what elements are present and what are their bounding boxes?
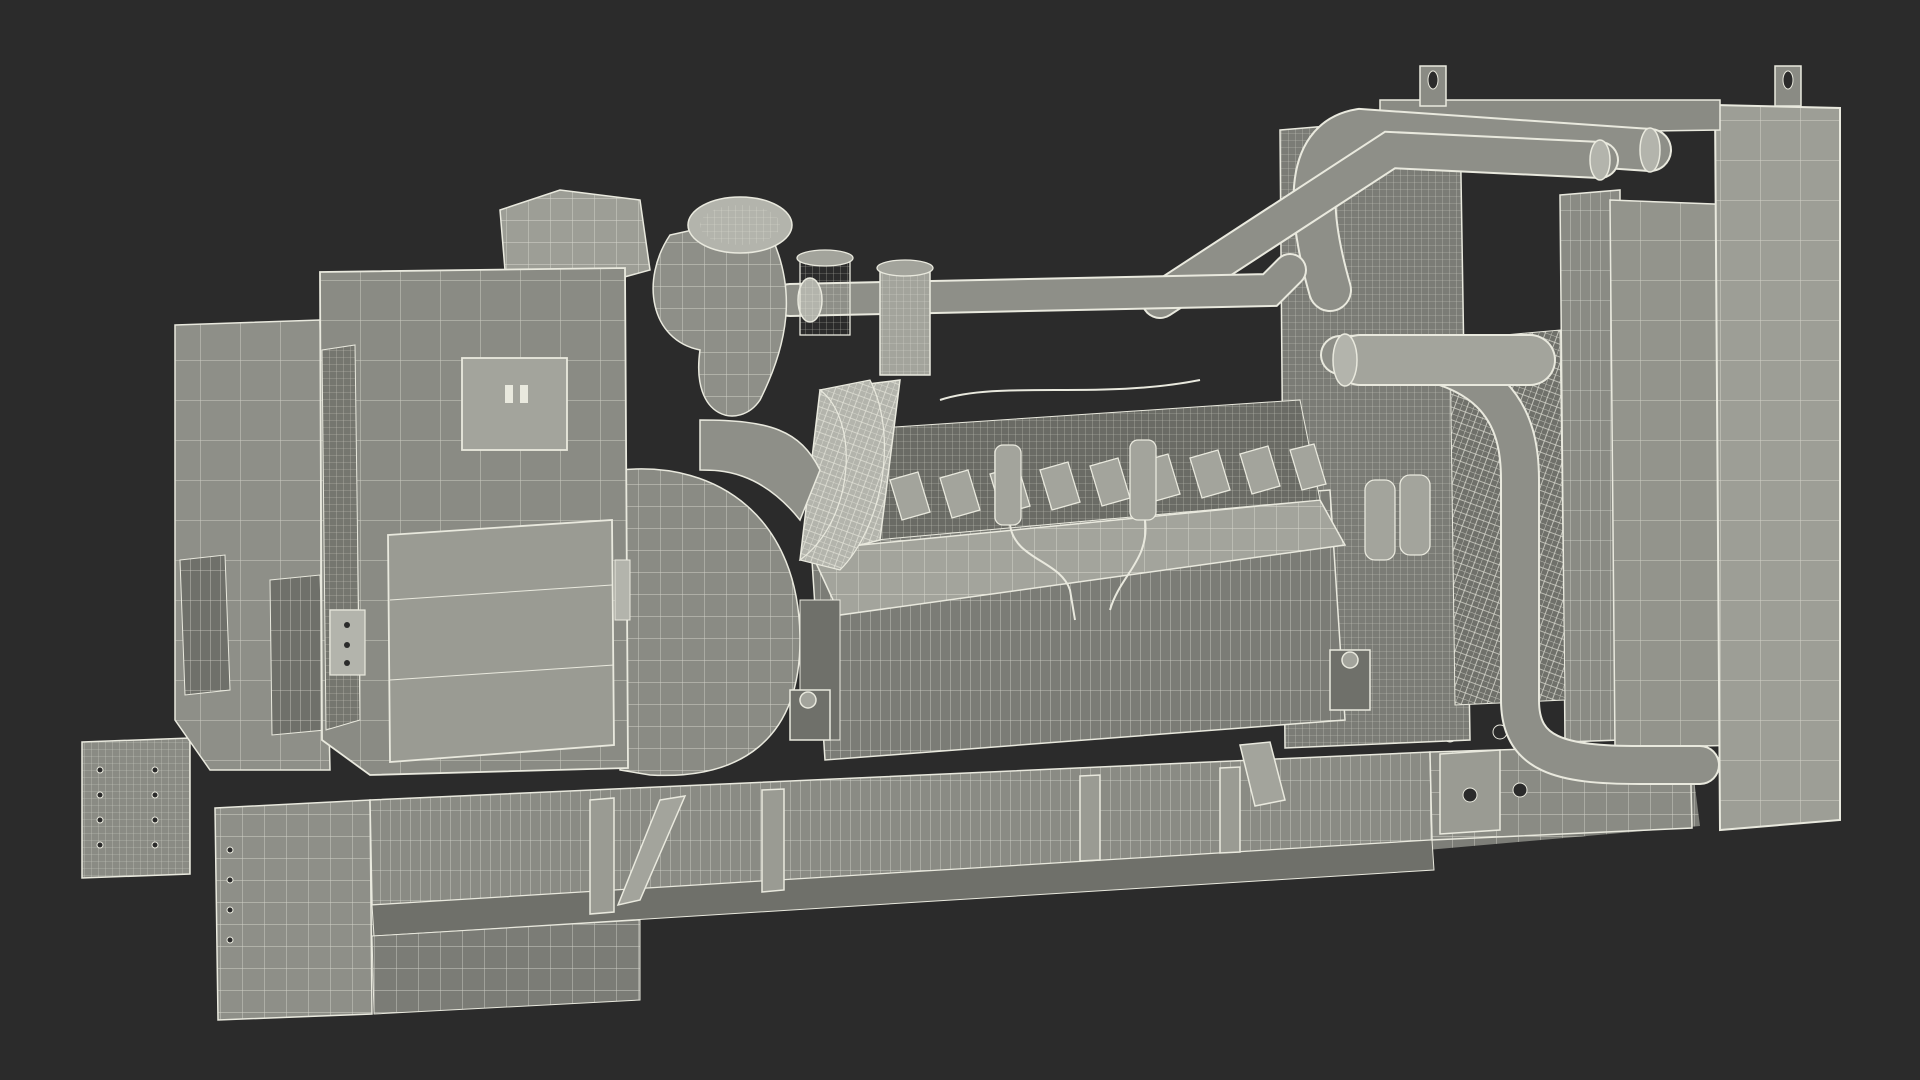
panel-switch-left: [505, 385, 513, 403]
control-panel-cabinet: [319, 267, 631, 776]
generator-end: [174, 319, 331, 771]
panel-display-box: [461, 357, 568, 451]
panel-access-door: [387, 519, 615, 763]
generator-wireframe-render: [81, 65, 1841, 1021]
base-skid-frame: [81, 724, 1795, 1021]
render-viewport: [0, 0, 1920, 1080]
panel-switch-right: [520, 385, 528, 403]
